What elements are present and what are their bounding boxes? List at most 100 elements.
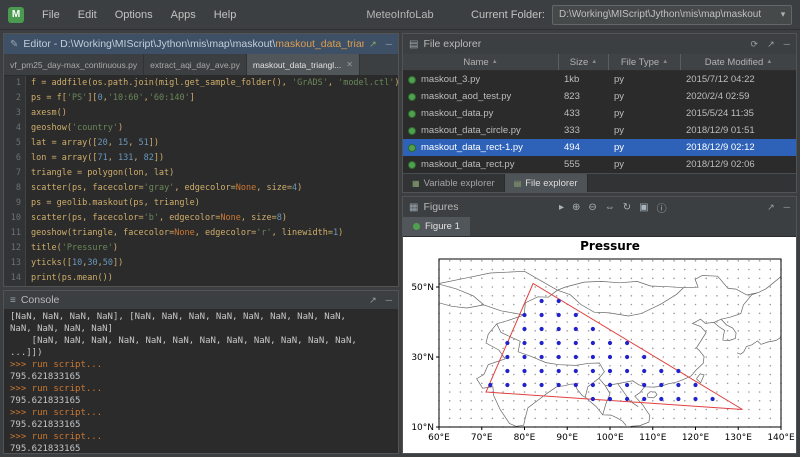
column-header-size[interactable]: Size▲ (559, 54, 609, 70)
menu-item-file[interactable]: File (34, 6, 68, 24)
file-row[interactable]: maskout_data_rect.py555py2018/12/9 02:06 (403, 156, 796, 173)
pressure-map-figure[interactable]: 60°E70°E80°E90°E100°E110°E120°E130°E140°… (403, 237, 796, 453)
line-number: 7 (4, 166, 21, 181)
minimize-icon[interactable]: ─ (784, 39, 790, 50)
code-line: lon = array([71, 131, 82]) (31, 151, 398, 166)
menu-item-apps[interactable]: Apps (163, 6, 204, 24)
console-line: [NaN, NaN, NaN, NaN], [NaN, NaN, NaN, Na… (10, 311, 398, 323)
pan-icon[interactable]: ⇔ (605, 202, 615, 213)
svg-text:60°E: 60°E (428, 433, 450, 443)
svg-text:110°E: 110°E (639, 433, 667, 443)
py-file-icon (408, 144, 416, 152)
tab-icon: ▤ (514, 179, 522, 188)
svg-text:130°E: 130°E (725, 433, 753, 443)
code-line: triangle = polygon(lon, lat) (31, 166, 398, 181)
menu-item-options[interactable]: Options (107, 6, 161, 24)
file-row[interactable]: maskout_aod_test.py823py2020/2/4 02:59 (403, 88, 796, 105)
file-type-cell: py (609, 108, 681, 119)
editor-tab[interactable]: extract_aqi_day_ave.py (144, 54, 247, 75)
console-title-bar: ≡ Console ↗ ─ (4, 291, 398, 309)
line-number: 4 (4, 121, 21, 136)
identify-icon[interactable]: ⓘ (657, 200, 667, 215)
file-type-cell: py (609, 142, 681, 153)
tab-variable-explorer[interactable]: ▦Variable explorer (403, 174, 505, 192)
console-title: Console (21, 294, 60, 306)
float-window-icon[interactable]: ↗ (767, 202, 775, 213)
minimize-icon[interactable]: ─ (386, 295, 392, 306)
code-line: print(ps.mean()) (31, 271, 398, 286)
refresh-icon[interactable]: ⟳ (751, 39, 759, 50)
figure-tab[interactable]: Figure 1 (403, 217, 470, 236)
editor-title-filename: maskout_data_triangle.py (275, 38, 364, 50)
file-row[interactable]: maskout_data.py433py2015/5/24 11:35 (403, 105, 796, 122)
column-header-file-type[interactable]: File Type▲ (609, 54, 681, 70)
menu-item-edit[interactable]: Edit (70, 6, 105, 24)
svg-text:120°E: 120°E (682, 433, 710, 443)
file-row[interactable]: maskout_3.py1kbpy2015/7/12 04:22 (403, 71, 796, 88)
editor-title-bar: ✎ Editor - D:\Working\MIScript\Jython\mi… (4, 34, 398, 54)
float-window-icon[interactable]: ↗ (369, 39, 377, 50)
app-logo-icon: M (8, 7, 24, 23)
figures-title-bar: ▦ Figures ▸⊕⊖⇔↻▣ⓘ ↗ ─ (403, 197, 796, 217)
editor-tab[interactable]: vf_pm25_day-max_continuous.py (4, 54, 144, 75)
console-panel: ≡ Console ↗ ─ [NaN, NaN, NaN, NaN], [NaN… (3, 290, 399, 454)
sort-icon: ▲ (591, 59, 597, 65)
current-folder-value: D:\Working\MIScript\Jython\mis\map\masko… (559, 9, 775, 20)
current-folder-combo[interactable]: D:\Working\MIScript\Jython\mis\map\masko… (552, 5, 792, 25)
file-date-cell: 2018/12/9 02:06 (681, 159, 796, 170)
file-row[interactable]: maskout_data_circle.py333py2018/12/9 01:… (403, 122, 796, 139)
rotate-icon[interactable]: ↻ (623, 202, 631, 213)
line-number: 2 (4, 91, 21, 106)
zoom-in-icon[interactable]: ⊕ (572, 202, 580, 213)
console-output[interactable]: [NaN, NaN, NaN, NaN], [NaN, NaN, NaN, Na… (4, 309, 398, 453)
column-header-label: Date Modified (705, 57, 764, 68)
file-size-cell: 333 (559, 125, 609, 136)
console-line: NaN, NaN, NaN, NaN] (10, 323, 398, 335)
minimize-icon[interactable]: ─ (386, 39, 392, 50)
file-date-cell: 2018/12/9 02:12 (681, 142, 796, 153)
figure-toolbar: ▸ ⊕ ⊖ ⇔ ↻ ▣ ⓘ (559, 200, 667, 215)
full-extent-icon[interactable]: ▣ (639, 202, 648, 213)
float-window-icon[interactable]: ↗ (369, 295, 377, 306)
figure-canvas[interactable]: 60°E70°E80°E90°E100°E110°E120°E130°E140°… (403, 237, 796, 453)
column-header-name[interactable]: Name▲ (403, 54, 559, 70)
editor-tab[interactable]: maskout_data_triangl...✕ (247, 54, 360, 75)
line-number-gutter: 1234567891011121314 (4, 76, 26, 286)
minimize-icon[interactable]: ─ (784, 202, 790, 213)
float-window-icon[interactable]: ↗ (767, 39, 775, 50)
line-number: 1 (4, 76, 21, 91)
dropdown-arrow-icon[interactable]: ▾ (775, 9, 791, 20)
file-size-cell: 823 (559, 91, 609, 102)
close-icon[interactable]: ✕ (346, 60, 353, 69)
sort-icon: ▲ (492, 59, 498, 65)
file-type-cell: py (609, 74, 681, 85)
zoom-out-icon[interactable]: ⊖ (588, 202, 596, 213)
console-line: 795.621833165 (10, 395, 398, 407)
menu-item-help[interactable]: Help (206, 6, 245, 24)
file-explorer-title: File explorer (423, 38, 481, 50)
file-type-cell: py (609, 91, 681, 102)
sort-icon: ▲ (662, 59, 668, 65)
file-name-cell: maskout_3.py (403, 74, 559, 85)
line-number: 5 (4, 136, 21, 151)
tab-label: File explorer (525, 178, 577, 189)
select-cursor-icon[interactable]: ▸ (559, 202, 564, 213)
code-line: ps = f['PS'][0,'10:60','60:140'] (31, 91, 398, 106)
file-explorer-icon: ▤ (409, 39, 418, 50)
tab-file-explorer[interactable]: ▤File explorer (505, 174, 588, 192)
line-number: 9 (4, 196, 21, 211)
file-row[interactable]: maskout_data_rect-1.py494py2018/12/9 02:… (403, 139, 796, 156)
code-lines[interactable]: f = addfile(os.path.join(migl.get_sample… (26, 76, 398, 286)
file-type-cell: py (609, 125, 681, 136)
figure-tab-label: Figure 1 (425, 221, 460, 232)
py-file-icon (408, 76, 416, 84)
column-header-date-modified[interactable]: Date Modified▲ (681, 54, 796, 70)
code-editor[interactable]: 1234567891011121314 f = addfile(os.path.… (4, 76, 398, 286)
svg-text:140°E: 140°E (767, 433, 795, 443)
code-line: f = addfile(os.path.join(migl.get_sample… (31, 76, 398, 91)
file-table-body: maskout_3.py1kbpy2015/7/12 04:22maskout_… (403, 71, 796, 173)
window-title: MeteoInfoLab (366, 9, 433, 21)
console-line: 795.621833165 (10, 419, 398, 431)
py-file-icon (408, 127, 416, 135)
figures-title: Figures (423, 201, 458, 213)
